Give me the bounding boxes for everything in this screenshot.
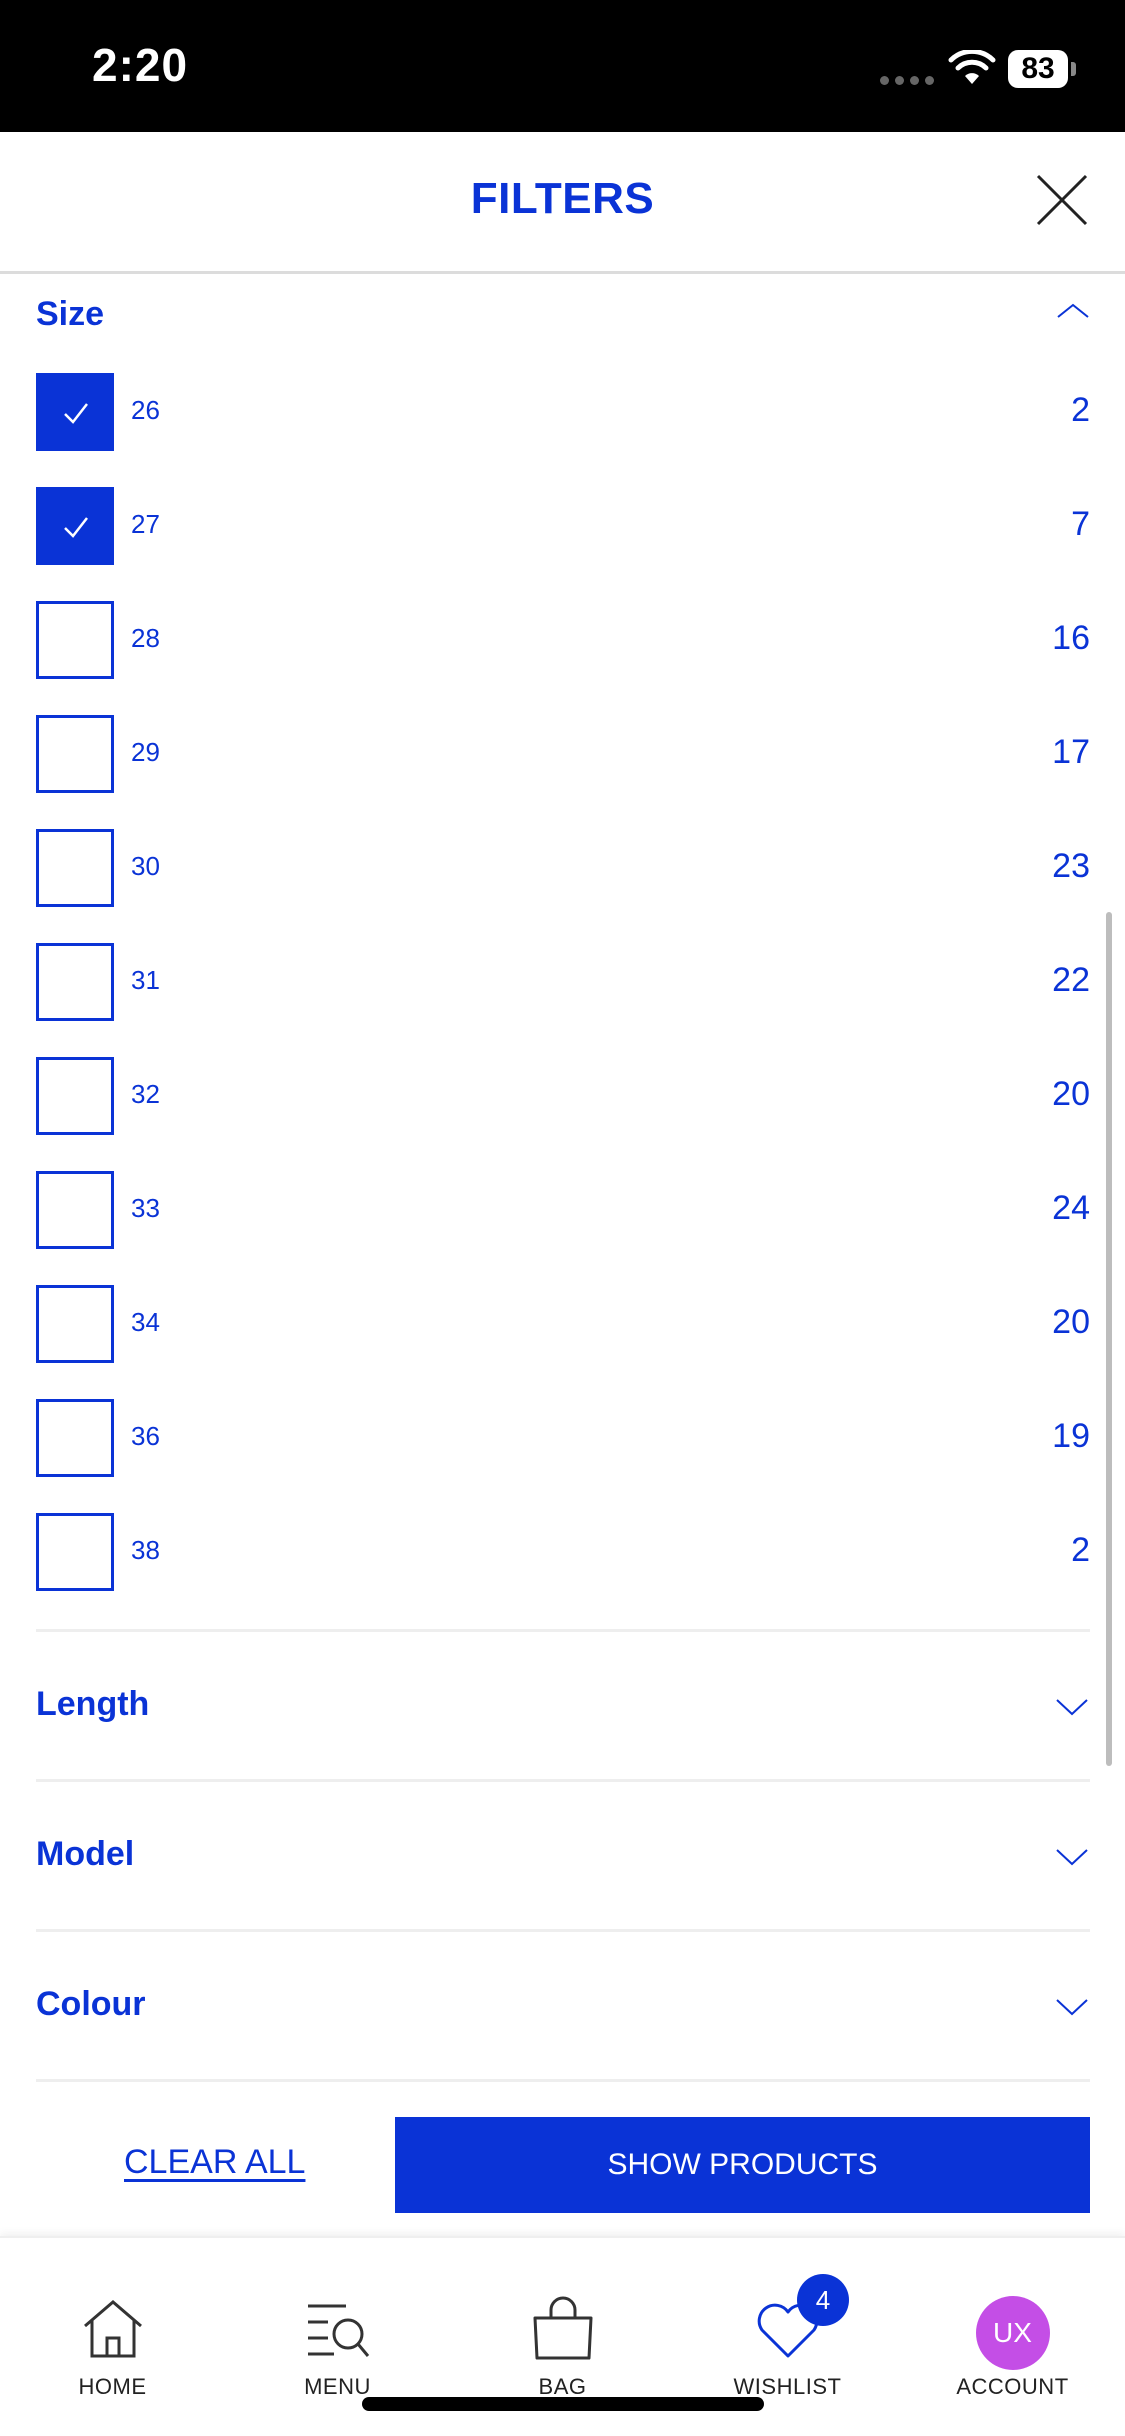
chevron-down-icon bbox=[1056, 1849, 1088, 1866]
size-option-count: 17 bbox=[1052, 733, 1090, 771]
size-option-row[interactable]: 29 17 bbox=[36, 715, 1090, 795]
home-icon bbox=[83, 2300, 142, 2358]
size-checkbox[interactable] bbox=[36, 829, 114, 907]
size-option-label: 38 bbox=[131, 1535, 160, 1565]
tab-label: HOME bbox=[78, 2374, 147, 2399]
size-checkbox[interactable] bbox=[36, 715, 114, 793]
size-option-row[interactable]: 27 7 bbox=[36, 487, 1090, 567]
size-checkbox[interactable] bbox=[36, 601, 114, 679]
wishlist-count-badge: 4 bbox=[797, 2274, 849, 2326]
menu-search-icon bbox=[307, 2304, 369, 2357]
size-checkbox[interactable] bbox=[36, 1057, 114, 1135]
size-option-count: 20 bbox=[1052, 1075, 1090, 1113]
size-checkbox[interactable] bbox=[36, 1285, 114, 1363]
tab-account[interactable]: UX ACCOUNT bbox=[900, 2238, 1125, 2436]
size-checkbox[interactable] bbox=[36, 373, 114, 451]
size-option-label: 31 bbox=[131, 965, 160, 995]
clear-all-button[interactable]: CLEAR ALL bbox=[124, 2143, 305, 2182]
bag-icon bbox=[533, 2296, 592, 2360]
chevron-down-icon bbox=[1056, 1999, 1088, 2016]
size-option-count: 24 bbox=[1052, 1189, 1090, 1227]
accordion-label: Model bbox=[36, 1835, 135, 1873]
accordion-length[interactable]: Length bbox=[36, 1657, 1090, 1757]
divider bbox=[36, 1929, 1090, 1932]
accordion-model[interactable]: Model bbox=[36, 1807, 1090, 1907]
size-checkbox[interactable] bbox=[36, 487, 114, 565]
size-option-count: 20 bbox=[1052, 1303, 1090, 1341]
tab-home[interactable]: HOME bbox=[0, 2238, 225, 2436]
size-option-label: 27 bbox=[131, 509, 160, 539]
filter-actions: CLEAR ALL SHOW PRODUCTS bbox=[0, 2083, 1125, 2233]
size-option-label: 33 bbox=[131, 1193, 160, 1223]
battery-level: 83 bbox=[1008, 50, 1068, 88]
checkmark-icon bbox=[64, 403, 88, 424]
size-option-row[interactable]: 26 2 bbox=[36, 373, 1090, 453]
close-icon bbox=[1036, 174, 1088, 226]
size-option-row[interactable]: 34 20 bbox=[36, 1285, 1090, 1365]
size-checkbox[interactable] bbox=[36, 1513, 114, 1591]
home-indicator bbox=[362, 2397, 764, 2411]
accordion-label: Colour bbox=[36, 1985, 146, 2023]
size-checkbox[interactable] bbox=[36, 943, 114, 1021]
divider bbox=[36, 2079, 1090, 2082]
size-option-count: 22 bbox=[1052, 961, 1090, 999]
size-option-row[interactable]: 31 22 bbox=[36, 943, 1090, 1023]
tab-label: ACCOUNT bbox=[956, 2374, 1069, 2399]
cellular-signal-icon bbox=[880, 76, 934, 85]
size-option-count: 16 bbox=[1052, 619, 1090, 657]
size-option-row[interactable]: 38 2 bbox=[36, 1513, 1090, 1593]
size-option-count: 2 bbox=[1071, 1531, 1090, 1569]
accordion-label: Length bbox=[36, 1685, 150, 1723]
wifi-icon bbox=[948, 50, 996, 84]
page-title: FILTERS bbox=[470, 174, 655, 223]
size-section-title[interactable]: Size bbox=[36, 295, 104, 334]
divider bbox=[36, 1629, 1090, 1632]
size-option-label: 28 bbox=[131, 623, 160, 653]
chevron-down-icon bbox=[1056, 1699, 1088, 1716]
avatar: UX bbox=[975, 2296, 1050, 2370]
status-bar: 2:20 83 bbox=[0, 0, 1125, 132]
size-checkbox[interactable] bbox=[36, 1399, 114, 1477]
size-option-label: 30 bbox=[131, 851, 160, 881]
battery-icon: 83 bbox=[1008, 50, 1076, 88]
filters-scroll-area[interactable]: Size 26 2 27 7 28 16 29 17 30 23 31 22 32 20 33 24 34 20 3… bbox=[0, 277, 1125, 2083]
divider bbox=[36, 1779, 1090, 1782]
size-option-label: 32 bbox=[131, 1079, 160, 1109]
size-option-row[interactable]: 30 23 bbox=[36, 829, 1090, 909]
size-checkbox[interactable] bbox=[36, 1171, 114, 1249]
close-button[interactable] bbox=[1032, 170, 1092, 230]
size-option-row[interactable]: 28 16 bbox=[36, 601, 1090, 681]
show-products-button[interactable]: SHOW PRODUCTS bbox=[395, 2117, 1090, 2213]
size-option-label: 29 bbox=[131, 737, 160, 767]
chevron-up-icon[interactable] bbox=[1055, 301, 1091, 319]
size-option-count: 7 bbox=[1071, 505, 1090, 543]
size-option-row[interactable]: 32 20 bbox=[36, 1057, 1090, 1137]
scrollbar[interactable] bbox=[1106, 912, 1112, 1766]
size-option-label: 26 bbox=[131, 395, 160, 425]
filters-header: FILTERS bbox=[0, 132, 1125, 274]
size-option-row[interactable]: 33 24 bbox=[36, 1171, 1090, 1251]
size-option-row[interactable]: 36 19 bbox=[36, 1399, 1090, 1479]
size-option-count: 23 bbox=[1052, 847, 1090, 885]
checkmark-icon bbox=[64, 517, 88, 538]
accordion-colour[interactable]: Colour bbox=[36, 1957, 1090, 2057]
size-option-count: 19 bbox=[1052, 1417, 1090, 1455]
size-option-count: 2 bbox=[1071, 391, 1090, 429]
size-option-label: 36 bbox=[131, 1421, 160, 1451]
status-time: 2:20 bbox=[92, 39, 189, 91]
size-option-label: 34 bbox=[131, 1307, 160, 1337]
